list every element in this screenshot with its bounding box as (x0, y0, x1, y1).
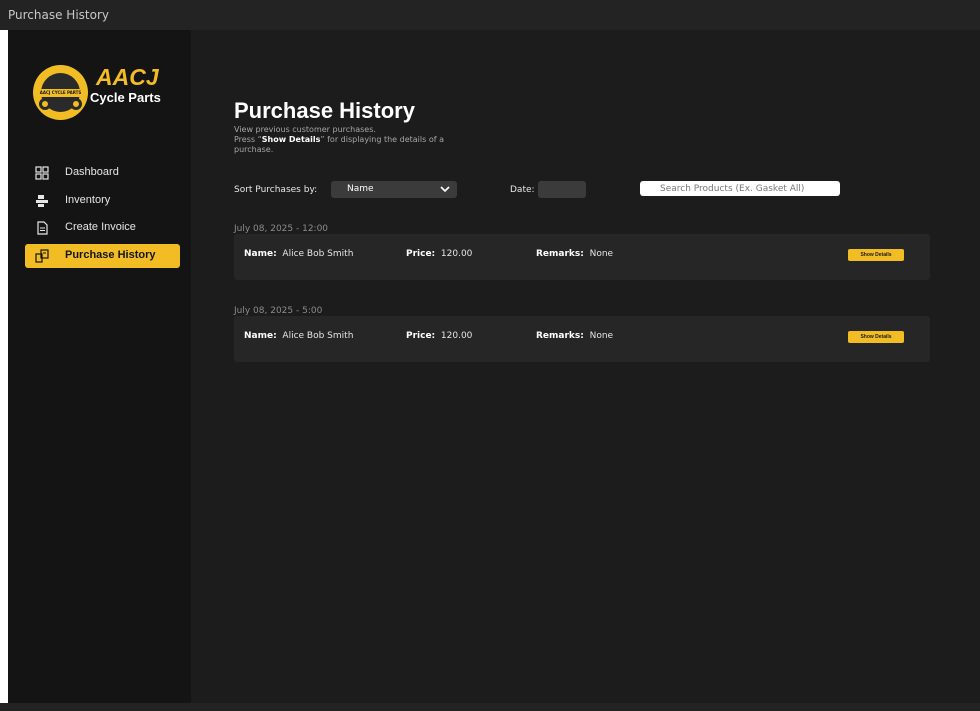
purchase-card: Name: Alice Bob Smith Price: 120.00 Rema… (234, 234, 930, 280)
document-icon (37, 221, 48, 235)
brand-subtitle: Cycle Parts (90, 90, 161, 105)
sidebar: AACJ CYCLE PARTS AACJ Cycle Parts Dashbo… (8, 30, 191, 703)
sidebar-item-label: Inventory (65, 194, 111, 206)
show-details-button[interactable]: Show Details (848, 331, 904, 343)
sidebar-item-label: Create Invoice (65, 221, 136, 233)
grid-icon (35, 166, 49, 180)
purchase-date: July 08, 2025 - 12:00 (234, 224, 329, 234)
purchase-card: Name: Alice Bob Smith Price: 120.00 Rema… (234, 316, 930, 362)
logo-badge-text: AACJ CYCLE PARTS (39, 90, 82, 95)
sidebar-item-label: Dashboard (65, 166, 119, 178)
purchase-price: Price: 120.00 (406, 249, 473, 259)
purchase-name: Name: Alice Bob Smith (244, 249, 354, 259)
brand-name: AACJ (96, 64, 159, 90)
sort-label: Sort Purchases by: (234, 185, 318, 195)
sidebar-item-inventory[interactable]: Inventory (25, 189, 180, 213)
page-description-bold: Show Details (261, 135, 321, 144)
sidebar-item-dashboard[interactable]: Dashboard (25, 161, 180, 185)
page-description: View previous customer purchases. Press … (234, 125, 474, 155)
purchase-remarks: Remarks: None (536, 331, 614, 341)
show-details-button[interactable]: Show Details (848, 249, 904, 261)
sort-select[interactable]: Name (331, 181, 457, 198)
page-description-press: Press “ (234, 135, 262, 144)
title-bar: Purchase History (0, 0, 980, 30)
purchase-price: Price: 120.00 (406, 331, 473, 341)
history-icon (35, 249, 49, 263)
date-label: Date: (510, 185, 535, 195)
app-window: Purchase History AACJ CYCLE PARTS AACJ C… (0, 0, 980, 711)
brand-logo-icon: AACJ CYCLE PARTS (33, 65, 88, 120)
sidebar-item-create-invoice[interactable]: Create Invoice (25, 216, 180, 240)
search-input[interactable] (640, 181, 840, 196)
bottom-bar (0, 703, 980, 711)
purchase-remarks: Remarks: None (536, 249, 614, 259)
sidebar-item-label: Purchase History (65, 249, 156, 261)
chevron-down-icon (440, 186, 450, 193)
window-title: Purchase History (8, 8, 109, 22)
page-description-line: View previous customer purchases. (234, 125, 376, 134)
sidebar-item-purchase-history[interactable]: Purchase History (25, 244, 180, 268)
purchase-date: July 08, 2025 - 5:00 (234, 306, 323, 316)
page-title: Purchase History (234, 98, 415, 123)
sort-select-value: Name (347, 184, 374, 194)
purchase-name: Name: Alice Bob Smith (244, 331, 354, 341)
boxes-icon (36, 195, 48, 207)
date-input[interactable] (538, 181, 586, 198)
